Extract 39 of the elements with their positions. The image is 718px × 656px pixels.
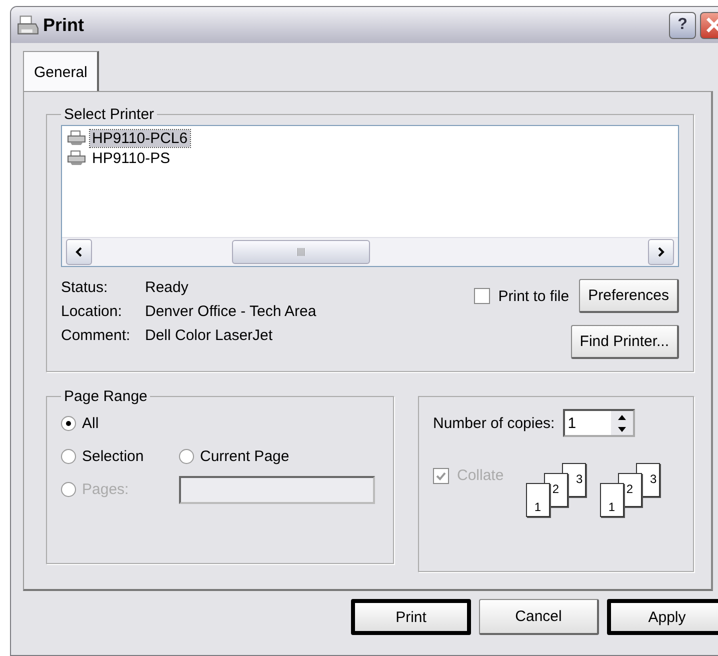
printer-item[interactable]: HP9110-PCL6	[90, 130, 190, 146]
dialog-button[interactable]: Cancel	[479, 599, 599, 635]
printer-icon	[66, 130, 88, 146]
close-icon	[706, 17, 718, 33]
help-button[interactable]: ?	[669, 12, 696, 38]
dialog-button[interactable]: Print	[351, 599, 471, 635]
window-title: Print	[43, 14, 84, 36]
collated-pages-drawing: 1 2 3	[526, 463, 590, 519]
group-title: Select Printer	[63, 106, 156, 123]
copies-label: Number of copies:	[433, 414, 555, 432]
tab[interactable]: General	[23, 51, 100, 93]
info-label: Location:	[61, 303, 123, 320]
copies-spin-field[interactable]: 1	[562, 409, 635, 437]
up-arrow-icon[interactable]	[618, 414, 626, 420]
info-label: Comment:	[61, 327, 132, 344]
group-title: Page Range	[63, 388, 148, 405]
scroll-right-button[interactable]	[648, 239, 674, 265]
find-printer-button[interactable]: Find Printer...	[570, 325, 679, 359]
scroll-thumb[interactable]	[232, 240, 370, 264]
radio-option[interactable]: Selection	[61, 448, 179, 465]
printer-list[interactable]: HP9110-PCL6 HP9110-PS	[61, 125, 679, 267]
printer-item[interactable]: HP9110-PS	[90, 150, 172, 166]
radio-option[interactable]: Current Page	[179, 448, 290, 465]
collated-pages-drawing: 1 2 3	[600, 463, 664, 519]
dialog-button[interactable]: Apply	[607, 599, 718, 635]
horizontal-scrollbar[interactable]	[62, 237, 678, 266]
scroll-left-button[interactable]	[66, 239, 92, 265]
info-value: Dell Color LaserJet	[145, 327, 273, 344]
printer-icon	[17, 15, 39, 35]
printer-icon	[66, 150, 88, 166]
info-value: Ready	[145, 279, 188, 296]
info-value: Denver Office - Tech Area	[145, 303, 316, 320]
down-arrow-icon[interactable]	[618, 426, 626, 432]
print-to-file-checkbox[interactable]: Print to file	[474, 288, 570, 304]
radio-option[interactable]: All	[61, 415, 99, 432]
checkmark-icon	[436, 470, 446, 480]
preferences-button[interactable]: Preferences	[579, 279, 679, 313]
info-label: Status:	[61, 279, 109, 296]
grip-icon	[296, 248, 306, 256]
